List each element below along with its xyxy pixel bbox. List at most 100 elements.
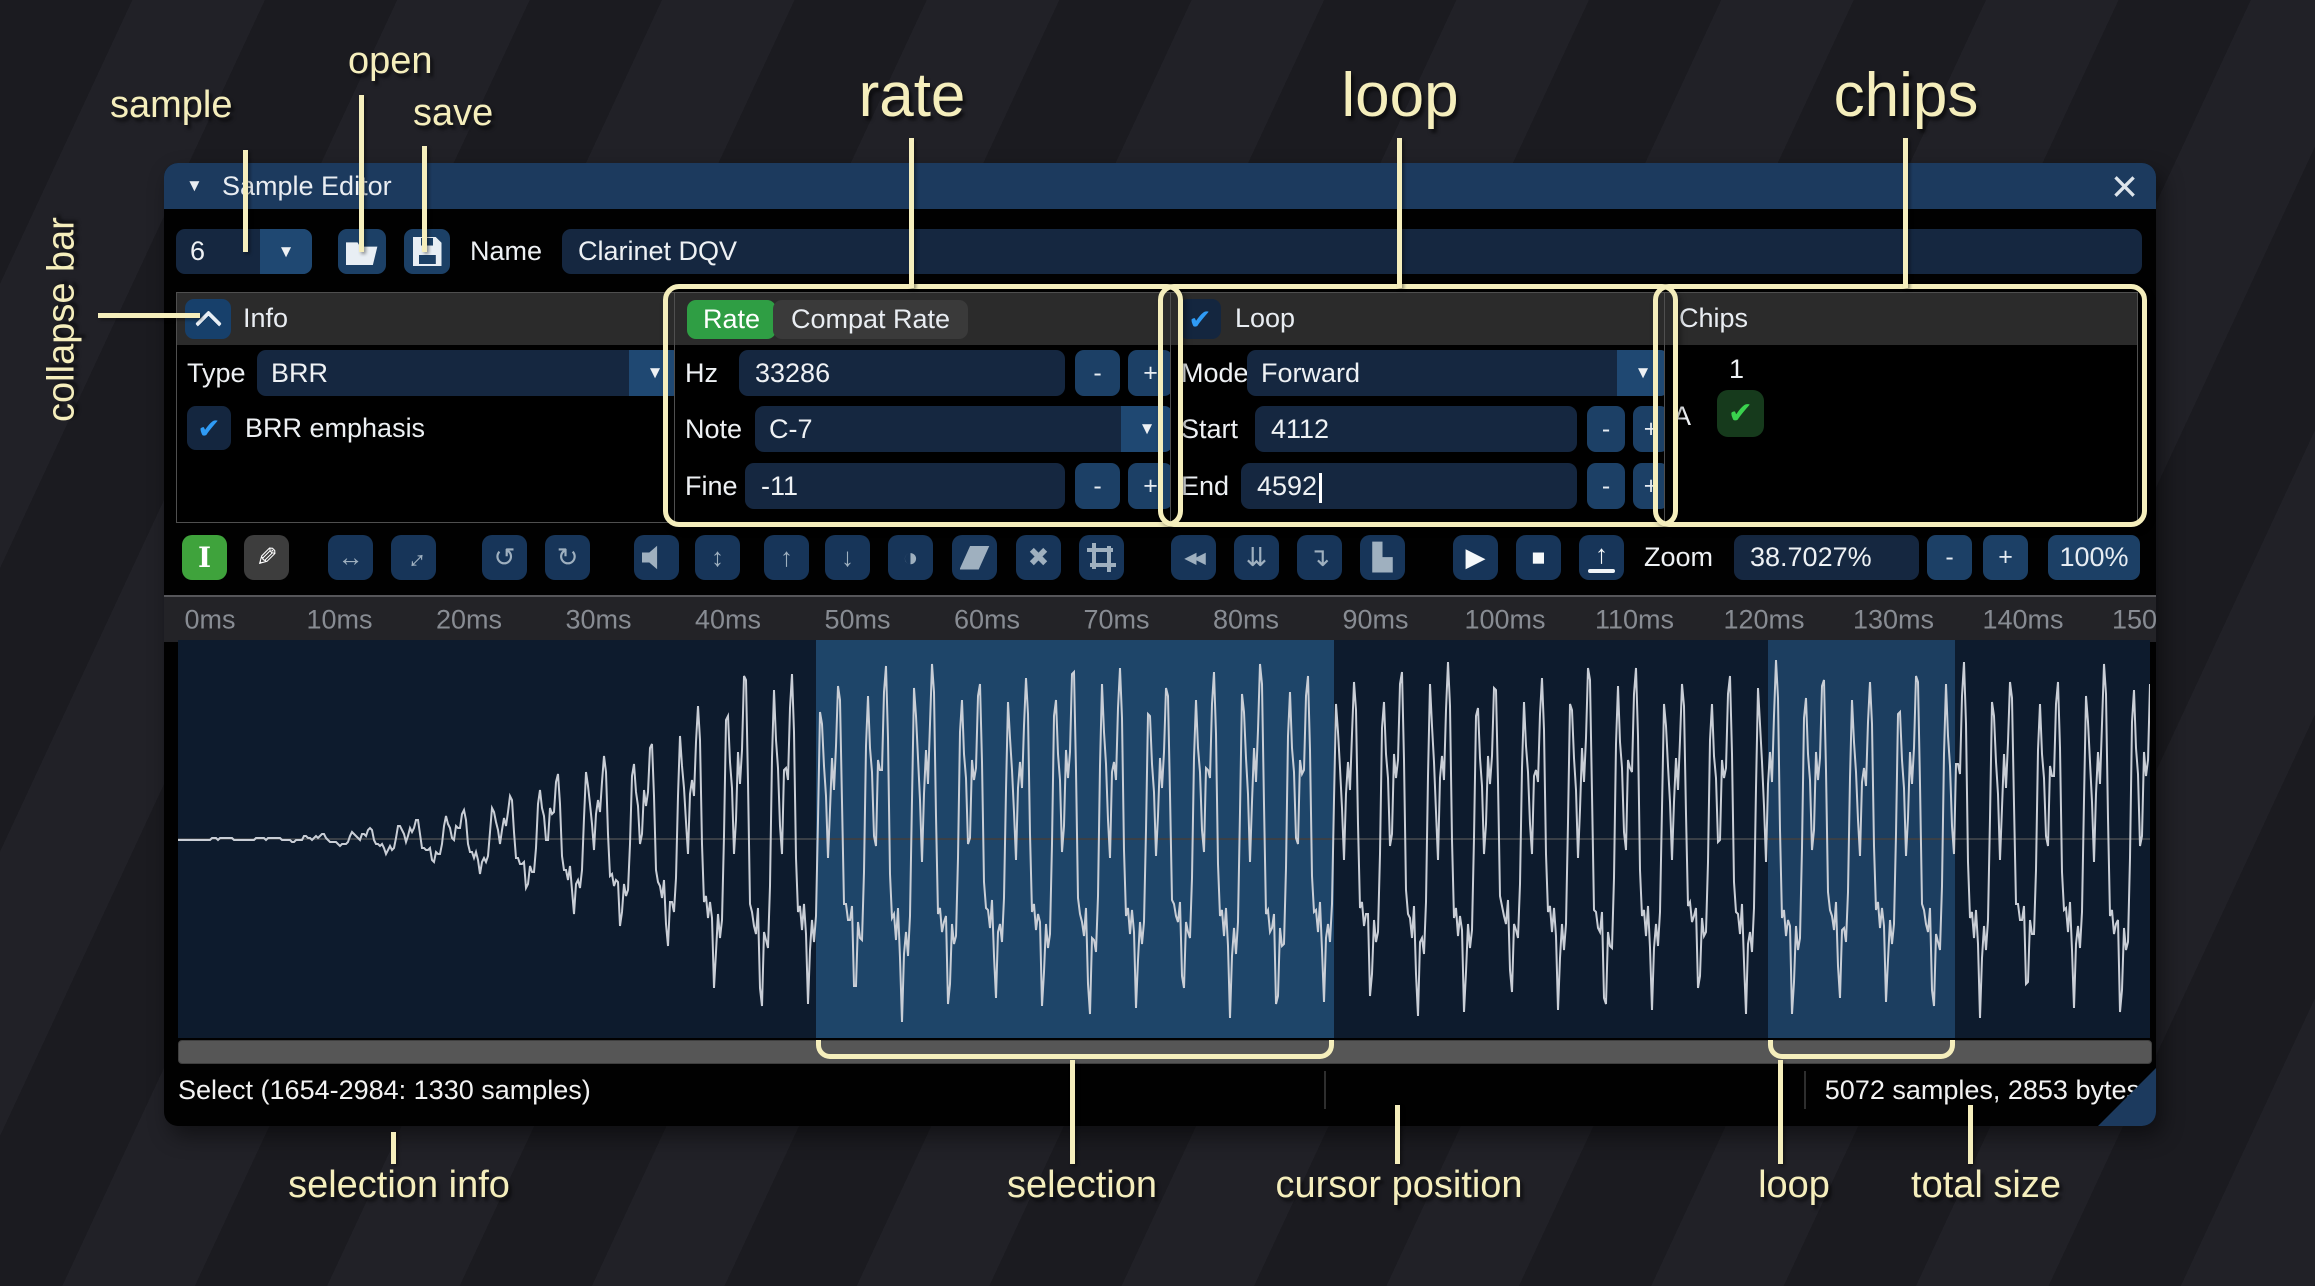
- silence-button[interactable]: [952, 535, 997, 580]
- annotation-line-loop: [1397, 138, 1402, 288]
- status-divider: [1804, 1071, 1806, 1109]
- annotation-line-rate: [909, 138, 914, 288]
- delete-button[interactable]: ✖: [1016, 535, 1061, 580]
- insert-silence-button[interactable]: ↴: [1297, 535, 1342, 580]
- dropdown-arrow-glyph: ▼: [277, 241, 295, 261]
- stop-button[interactable]: ■: [1516, 535, 1561, 580]
- annotation-line-chips: [1903, 138, 1908, 288]
- trim-button[interactable]: [1079, 535, 1124, 580]
- brr-emphasis-checkbox[interactable]: ✔: [187, 406, 231, 450]
- selection-info-text: Select (1654-2984: 1330 samples): [178, 1075, 591, 1105]
- ruler-tick: 70ms: [1083, 604, 1150, 634]
- play-button[interactable]: ▶: [1453, 535, 1498, 580]
- redo-button[interactable]: ↻: [545, 535, 590, 580]
- annotation-loop-marker: loop: [1758, 1164, 1830, 1206]
- ruler-tick: 140ms: [1982, 604, 2064, 634]
- annotation-sample: sample: [110, 84, 233, 126]
- fade-in-button[interactable]: ↑: [764, 535, 809, 580]
- annotation-chips: chips: [1833, 61, 1979, 130]
- annotation-box-rate: [663, 284, 1183, 527]
- zoom-in-button[interactable]: +: [1983, 535, 2028, 580]
- annotation-selection-info: selection info: [288, 1164, 510, 1206]
- ruler-tick: 150ms: [2111, 604, 2156, 634]
- undo-icon: ↺: [493, 542, 516, 572]
- waveform-view[interactable]: [178, 640, 2150, 1038]
- zoom-value: 38.7027%: [1750, 542, 1872, 572]
- brr-emphasis-label: BRR emphasis: [245, 413, 426, 443]
- window-collapse-icon[interactable]: ▼: [186, 176, 203, 196]
- invert-button[interactable]: ◑: [888, 535, 933, 580]
- window-titlebar[interactable]: ▼ Sample Editor ×: [164, 163, 2156, 212]
- dropdown-arrow-glyph: ▼: [646, 363, 664, 382]
- annotation-collapse-bar: collapse bar: [40, 217, 83, 422]
- resample-button[interactable]: ↔: [391, 535, 436, 580]
- half-circle-icon: ◑: [902, 542, 919, 572]
- total-size-text: 5072 samples, 2853 bytes: [1824, 1075, 2140, 1105]
- upload-arrow-icon: ↑: [1595, 539, 1608, 569]
- close-icon[interactable]: ×: [2111, 163, 2138, 213]
- normalize-button[interactable]: ↕: [695, 535, 740, 580]
- edit-mode-button[interactable]: I: [182, 535, 227, 580]
- zoom-reset-button[interactable]: 100%: [2048, 535, 2140, 580]
- pencil-icon: ✎: [255, 542, 278, 572]
- name-label: Name: [470, 236, 543, 266]
- collapse-bar-button[interactable]: [185, 299, 231, 339]
- crop-icon: [1086, 542, 1117, 573]
- arrow-up-icon: ↑: [780, 542, 793, 572]
- ruler-tick: 100ms: [1464, 604, 1546, 634]
- annotation-line-save: [422, 146, 427, 252]
- annotation-line-collapse-bar: [98, 313, 200, 318]
- zoom-out-button[interactable]: -: [1927, 535, 1972, 580]
- stop-icon: ■: [1531, 544, 1546, 570]
- annotation-cursor-position: cursor position: [1275, 1164, 1523, 1206]
- fade-out-button[interactable]: ↓: [825, 535, 870, 580]
- type-select[interactable]: BRR ▼: [257, 350, 681, 396]
- annotation-line-cursor-position: [1395, 1105, 1400, 1164]
- resize-diagonal-icon: ↔: [393, 537, 433, 577]
- sort-descending-icon: ⇊: [1245, 542, 1268, 572]
- annotation-line-sample: [243, 150, 248, 252]
- type-label: Type: [187, 358, 246, 388]
- check-icon: ✔: [197, 412, 221, 444]
- draw-mode-button[interactable]: ✎: [244, 535, 289, 580]
- create-wavetable-button[interactable]: ▙: [1360, 535, 1405, 580]
- annotation-box-loop: [1158, 284, 1678, 527]
- ruler-tick: 0ms: [184, 604, 236, 634]
- reverse-button[interactable]: ◀◀: [1171, 535, 1216, 580]
- resize-button[interactable]: ↔: [328, 535, 373, 580]
- ruler-tick: 50ms: [824, 604, 891, 634]
- info-panel-title: Info: [243, 303, 289, 333]
- time-ruler[interactable]: 0ms 10ms 20ms 30ms 40ms 50ms 60ms 70ms 80ms 90ms 1…: [164, 595, 2156, 642]
- downsample-button[interactable]: ⇊: [1234, 535, 1279, 580]
- annotation-line-selection: [1070, 1060, 1075, 1164]
- annotation-save: save: [413, 92, 494, 134]
- name-value: Clarinet DQV: [578, 236, 738, 266]
- undo-button[interactable]: ↺: [482, 535, 527, 580]
- edit-cursor-icon: I: [197, 541, 212, 574]
- wavetable-icon: ▙: [1372, 542, 1393, 572]
- annotation-line-open: [359, 95, 364, 252]
- eraser-icon: [959, 545, 990, 570]
- loop-bracket: [1768, 1040, 1955, 1059]
- annotation-line-total-size: [1968, 1105, 1973, 1164]
- info-panel-header: Info: [177, 293, 691, 345]
- vertical-arrows-icon: ↕: [711, 542, 724, 572]
- chevron-down-icon[interactable]: ▼: [260, 229, 312, 274]
- amplify-button[interactable]: [634, 535, 679, 580]
- ruler-tick: 90ms: [1342, 604, 1409, 634]
- save-icon: [412, 237, 442, 266]
- ruler-tick: 80ms: [1212, 604, 1280, 634]
- annotation-open: open: [348, 40, 433, 82]
- arrow-down-icon: ↓: [841, 542, 854, 572]
- save-sample-button[interactable]: [404, 229, 450, 274]
- zoom-input[interactable]: 38.7027%: [1734, 535, 1919, 580]
- upload-button[interactable]: ↑: [1579, 535, 1624, 580]
- annotation-total-size: total size: [1911, 1164, 2061, 1206]
- ruler-tick: 10ms: [306, 604, 373, 634]
- status-divider: [1324, 1071, 1326, 1109]
- annotation-box-chips: [1653, 284, 2147, 527]
- arrow-turn-down-icon: ↴: [1308, 542, 1331, 572]
- redo-icon: ↻: [556, 542, 579, 572]
- ruler-tick: 120ms: [1723, 604, 1805, 634]
- ruler-tick: 20ms: [435, 604, 503, 634]
